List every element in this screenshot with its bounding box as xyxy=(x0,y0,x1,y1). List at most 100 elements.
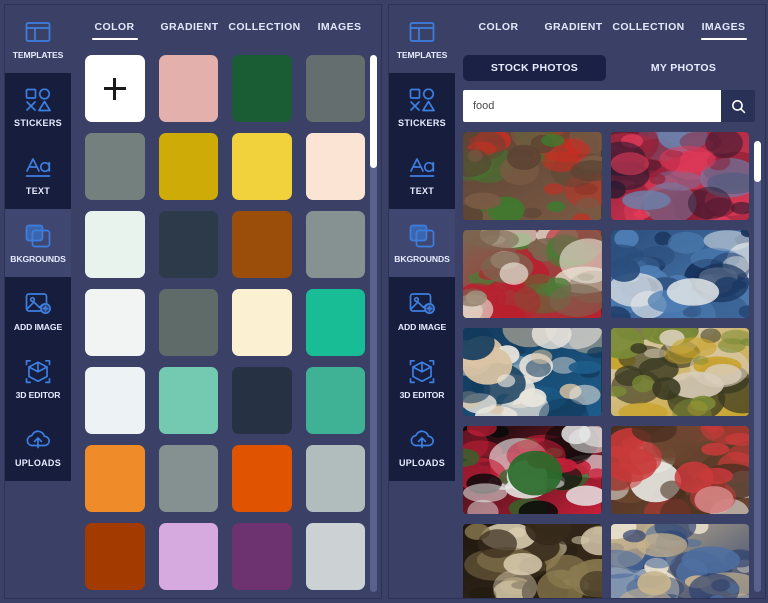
sidebar-item-templates[interactable]: TEMPLATES xyxy=(5,5,71,73)
left-scrollbar[interactable] xyxy=(370,55,377,592)
color-swatch[interactable] xyxy=(158,133,218,200)
stock-photo-thumbnail[interactable] xyxy=(463,132,602,220)
cube-icon xyxy=(408,359,436,385)
color-swatch[interactable] xyxy=(232,523,292,590)
color-swatch[interactable] xyxy=(232,289,292,356)
sidebar-item-stickers[interactable]: STICKERS xyxy=(5,73,71,141)
tab-gradient[interactable]: GRADIENT xyxy=(152,21,227,40)
subtab-my-photos[interactable]: MY PHOTOS xyxy=(612,55,755,81)
stock-photo-thumbnail[interactable] xyxy=(463,328,602,416)
sidebar-item-label: 3D EDITOR xyxy=(15,389,61,400)
sidebar-item-label: STICKERS xyxy=(14,117,62,128)
sidebar-item-bkgrounds[interactable]: BKGROUNDS xyxy=(5,209,71,277)
color-swatch[interactable] xyxy=(85,367,145,434)
sidebar-item-uploads[interactable]: UPLOADS xyxy=(389,413,455,481)
sidebar-item-text[interactable]: TEXT xyxy=(5,141,71,209)
color-swatch[interactable] xyxy=(305,55,365,122)
subtab-stock-photos[interactable]: STOCK PHOTOS xyxy=(463,55,606,81)
tab-gradient[interactable]: GRADIENT xyxy=(536,21,611,40)
text-icon xyxy=(24,155,52,181)
color-swatch[interactable] xyxy=(232,367,292,434)
sidebar-item-3d-editor[interactable]: 3D EDITOR xyxy=(5,345,71,413)
left-panel-inner: TEMPLATES STICKERS TEXT BKGROUNDS ADD IMAGE 3… xyxy=(4,4,382,599)
photo-image xyxy=(463,328,602,416)
color-swatch[interactable] xyxy=(85,289,145,356)
photo-image xyxy=(610,328,749,416)
sidebar-group: BKGROUNDS xyxy=(389,209,455,277)
stickers-icon xyxy=(408,87,436,113)
tab-color[interactable]: COLOR xyxy=(461,21,536,40)
right-panel-tabs: COLOR GRADIENT COLLECTION IMAGES xyxy=(455,5,765,49)
color-swatch[interactable] xyxy=(305,445,365,512)
sidebar-item-add-image[interactable]: ADD IMAGE xyxy=(389,277,455,345)
stock-photo-thumbnail[interactable] xyxy=(463,230,602,318)
stock-photo-thumbnail[interactable] xyxy=(610,426,749,514)
stock-photo-thumbnail[interactable] xyxy=(610,328,749,416)
sidebar-item-bkgrounds[interactable]: BKGROUNDS xyxy=(389,209,455,277)
color-swatch[interactable] xyxy=(232,211,292,278)
sidebar-item-templates[interactable]: TEMPLATES xyxy=(389,5,455,73)
tab-color[interactable]: COLOR xyxy=(77,21,152,40)
photo-image xyxy=(610,524,749,598)
sidebar-item-label: TEMPLATES xyxy=(396,49,448,60)
color-swatch[interactable] xyxy=(158,55,218,122)
stock-photo-thumbnail[interactable] xyxy=(463,524,602,598)
color-swatch[interactable] xyxy=(305,289,365,356)
cloud-upload-icon xyxy=(24,427,52,453)
search-button[interactable] xyxy=(721,90,755,122)
color-swatch[interactable] xyxy=(158,445,218,512)
sidebar-item-add-image[interactable]: ADD IMAGE xyxy=(5,277,71,345)
add-image-icon xyxy=(408,291,436,317)
color-swatch[interactable] xyxy=(158,367,218,434)
color-swatch[interactable] xyxy=(232,133,292,200)
tab-images[interactable]: IMAGES xyxy=(686,21,761,40)
color-swatch[interactable] xyxy=(158,289,218,356)
right-panel-content: COLOR GRADIENT COLLECTION IMAGES STOCK PHOT… xyxy=(455,5,765,598)
stock-photo-thumbnail[interactable] xyxy=(610,132,749,220)
color-swatch[interactable] xyxy=(85,133,145,200)
stock-photo-area xyxy=(455,122,765,598)
color-swatch[interactable] xyxy=(305,523,365,590)
sidebar-item-label: TEMPLATES xyxy=(12,49,64,60)
color-swatch[interactable] xyxy=(305,367,365,434)
tab-collection[interactable]: COLLECTION xyxy=(611,21,686,40)
color-swatch-area xyxy=(71,49,381,598)
right-scrollbar[interactable] xyxy=(754,141,761,592)
color-swatch[interactable] xyxy=(158,211,218,278)
stock-photo-thumbnail[interactable] xyxy=(610,230,749,318)
sidebar-item-label: TEXT xyxy=(25,185,51,196)
color-swatch[interactable] xyxy=(232,445,292,512)
add-color-button[interactable] xyxy=(85,55,145,122)
sidebar-group: STICKERS TEXT xyxy=(5,73,71,209)
left-panel: TEMPLATES STICKERS TEXT BKGROUNDS ADD IMAGE 3… xyxy=(0,0,384,603)
sidebar-group: TEMPLATES xyxy=(5,5,71,73)
right-scrollbar-thumb[interactable] xyxy=(754,141,761,182)
color-swatch[interactable] xyxy=(85,445,145,512)
photo-image xyxy=(463,230,602,318)
stock-photo-thumbnail[interactable] xyxy=(463,426,602,514)
stock-photo-thumbnail[interactable] xyxy=(610,524,749,598)
sidebar-item-label: ADD IMAGE xyxy=(13,321,63,332)
backgrounds-icon xyxy=(408,223,436,249)
color-swatch[interactable] xyxy=(85,211,145,278)
color-swatch[interactable] xyxy=(232,55,292,122)
tab-images[interactable]: IMAGES xyxy=(302,21,377,40)
right-panel: TEMPLATES STICKERS TEXT BKGROUNDS ADD IMAGE 3… xyxy=(384,0,768,603)
photo-source-subtabs: STOCK PHOTOS MY PHOTOS xyxy=(455,49,765,81)
sidebar-item-label: 3D EDITOR xyxy=(399,389,445,400)
sidebar-group: ADD IMAGE 3D EDITOR UPLOADS xyxy=(5,277,71,481)
sidebar-item-text[interactable]: TEXT xyxy=(389,141,455,209)
sidebar-item-stickers[interactable]: STICKERS xyxy=(389,73,455,141)
sidebar-item-label: STICKERS xyxy=(398,117,446,128)
color-swatch[interactable] xyxy=(305,133,365,200)
left-scrollbar-thumb[interactable] xyxy=(370,55,377,168)
color-swatch[interactable] xyxy=(85,523,145,590)
search-input[interactable] xyxy=(463,90,721,122)
color-swatch[interactable] xyxy=(305,211,365,278)
color-swatch[interactable] xyxy=(158,523,218,590)
sidebar-item-uploads[interactable]: UPLOADS xyxy=(5,413,71,481)
sidebar-item-3d-editor[interactable]: 3D EDITOR xyxy=(389,345,455,413)
color-swatch-grid xyxy=(85,55,365,598)
tab-collection[interactable]: COLLECTION xyxy=(227,21,302,40)
sidebar-item-label: ADD IMAGE xyxy=(397,321,447,332)
